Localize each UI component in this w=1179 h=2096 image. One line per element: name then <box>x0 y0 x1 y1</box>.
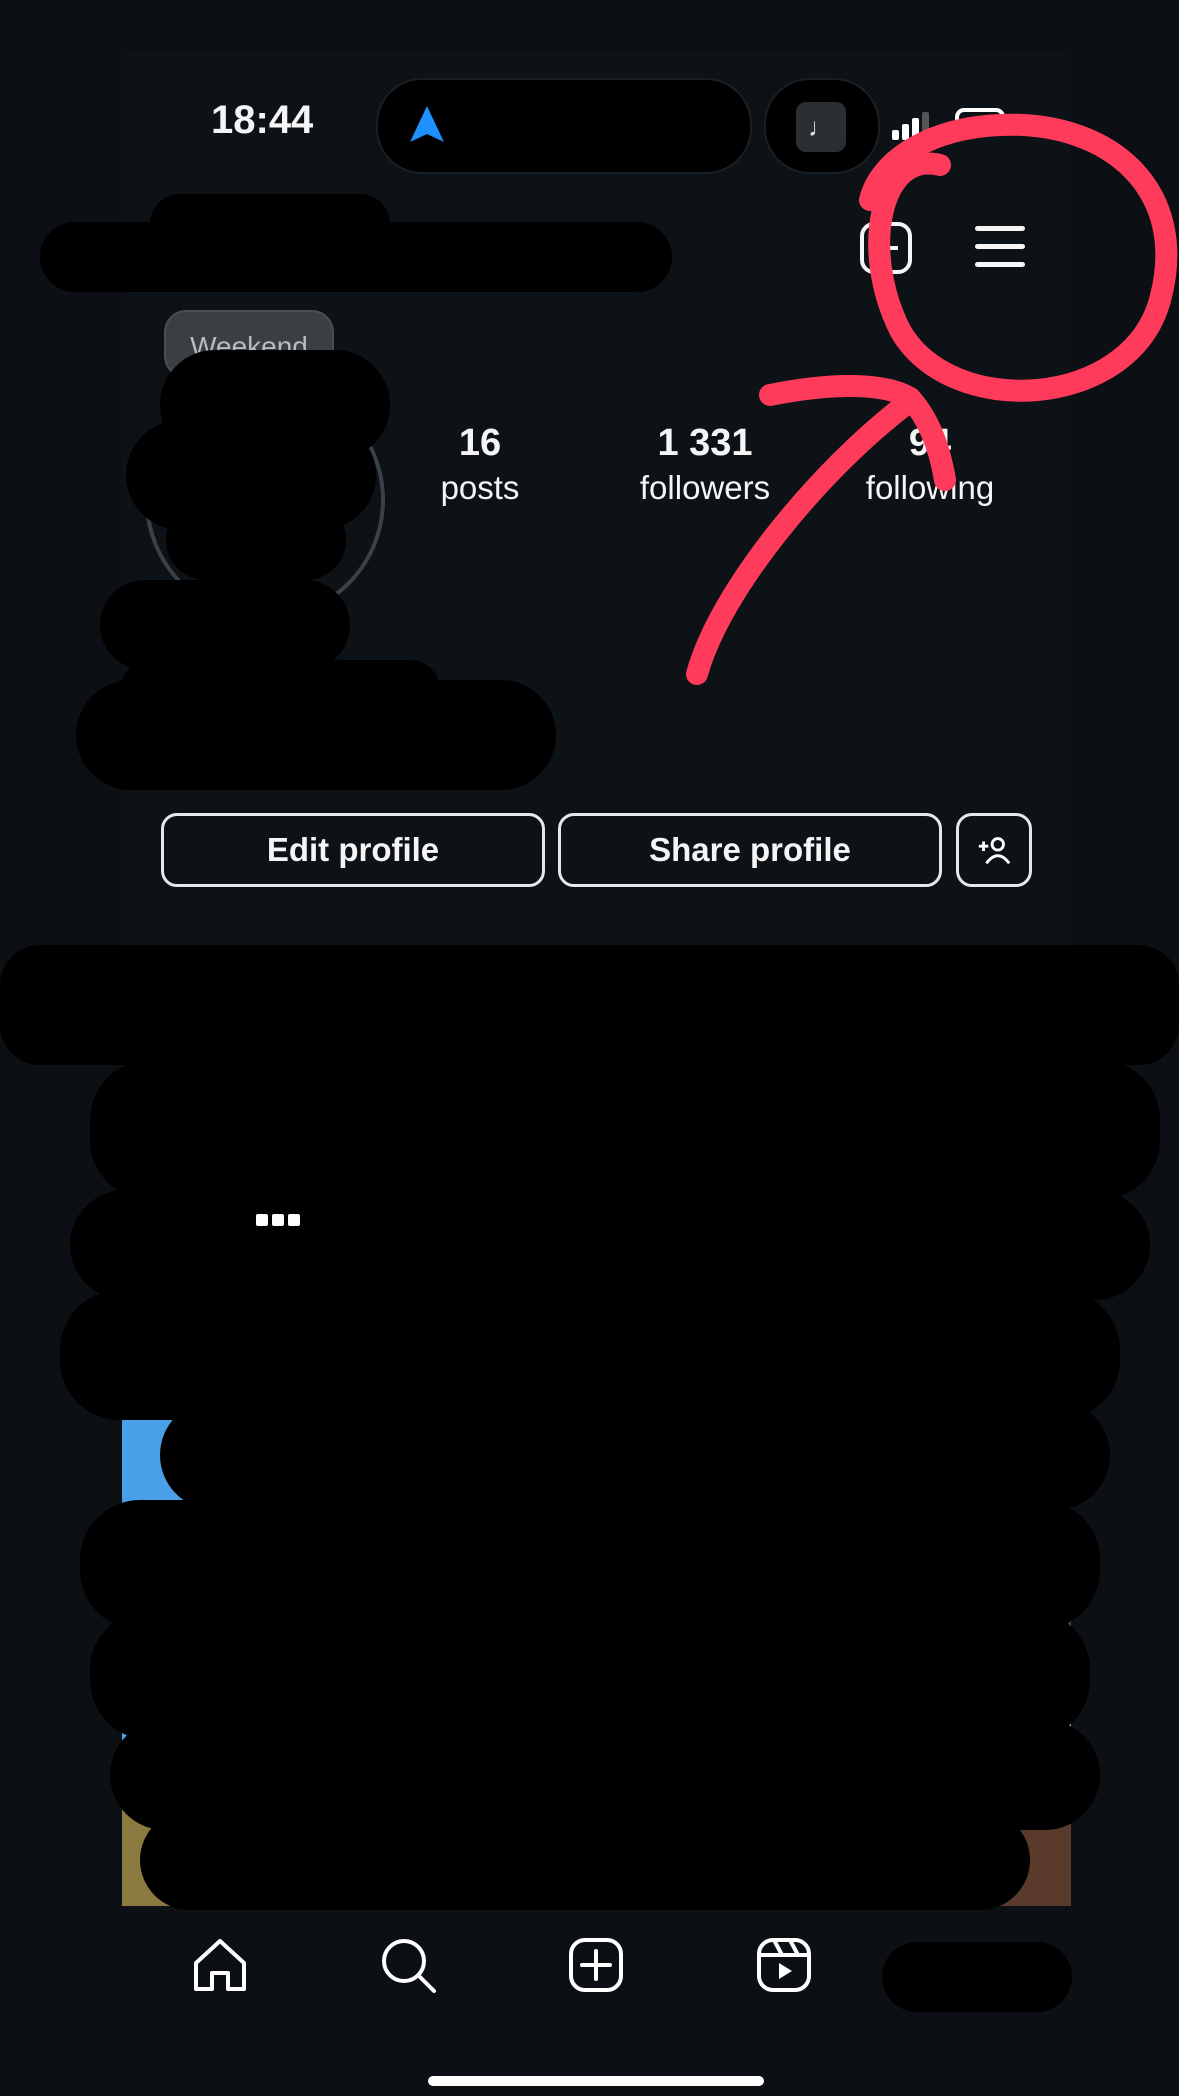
add-post-icon[interactable] <box>860 222 912 274</box>
home-icon[interactable] <box>190 1935 250 1995</box>
stat-following[interactable]: 94 following <box>850 422 1010 507</box>
add-person-icon <box>978 837 1011 865</box>
signal-icon <box>892 112 929 140</box>
profile-icon[interactable] <box>882 1942 1072 2012</box>
redacted-content-1 <box>90 1060 1160 1200</box>
redacted-bio <box>100 580 350 670</box>
grid-icon[interactable] <box>256 1210 302 1230</box>
stat-posts[interactable]: 16 posts <box>420 422 540 507</box>
stat-followers[interactable]: 1 331 followers <box>620 422 790 507</box>
create-icon[interactable] <box>566 1935 626 1995</box>
reels-icon[interactable] <box>754 1935 814 1995</box>
redacted-content-4 <box>160 1400 1110 1510</box>
music-activity: ♩ <box>764 78 880 174</box>
redacted-content-8 <box>140 1810 1030 1910</box>
search-icon[interactable] <box>378 1935 438 1995</box>
redacted-content-2 <box>70 1190 1150 1300</box>
stat-following-label: following <box>865 469 995 506</box>
dynamic-island <box>376 78 752 174</box>
home-indicator <box>428 2076 764 2086</box>
stat-followers-label: followers <box>639 469 771 506</box>
stat-posts-value: 16 <box>458 422 502 464</box>
battery-icon <box>955 108 1005 136</box>
stat-following-value: 94 <box>908 422 952 464</box>
redacted-username-extra <box>150 194 390 254</box>
menu-icon[interactable] <box>975 222 1031 270</box>
stat-followers-value: 1 331 <box>657 422 753 464</box>
share-profile-button[interactable]: Share profile <box>558 813 942 887</box>
stat-posts-label: posts <box>440 469 520 506</box>
status-time: 18:44 <box>211 98 314 142</box>
edit-profile-button[interactable]: Edit profile <box>161 813 545 887</box>
music-note-icon: ♩ <box>796 102 846 152</box>
redacted-bio-3 <box>120 660 440 720</box>
add-person-button[interactable] <box>956 813 1032 887</box>
redacted-avatar-3 <box>166 500 346 580</box>
location-arrow-icon <box>410 106 444 142</box>
redacted-highlights <box>0 945 1179 1065</box>
